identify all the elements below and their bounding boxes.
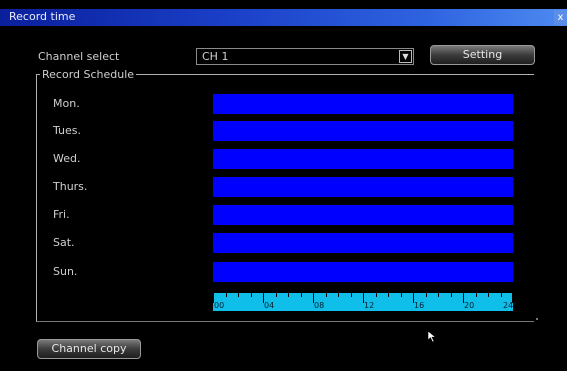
chevron-down-icon[interactable]: ▼	[399, 50, 412, 63]
setting-button[interactable]: Setting	[430, 45, 535, 65]
close-icon[interactable]: x	[554, 10, 567, 25]
timeline-tick	[301, 293, 302, 297]
channel-select-label: Channel select	[38, 50, 120, 63]
day-label: Mon.	[53, 97, 80, 110]
schedule-bar[interactable]	[213, 94, 513, 114]
mouse-pointer-icon	[427, 330, 437, 343]
day-label: Tues.	[53, 124, 82, 137]
window-title: Record time	[9, 10, 76, 23]
timeline-hour-label: 20	[464, 301, 475, 310]
schedule-bar[interactable]	[213, 262, 513, 282]
day-label: Wed.	[53, 152, 81, 165]
channel-value: CH 1	[202, 50, 229, 63]
timeline-tick	[238, 293, 239, 297]
schedule-bar[interactable]	[213, 149, 513, 169]
record-schedule-title: Record Schedule	[40, 68, 137, 81]
timeline-tick	[451, 293, 452, 297]
timeline-tick	[351, 293, 352, 297]
timeline-tick	[288, 293, 289, 297]
timeline-tick	[338, 293, 339, 297]
timeline-hour-label: 12	[364, 301, 375, 310]
divider-dot	[536, 318, 538, 320]
channel-dropdown[interactable]: CH 1 ▼	[196, 48, 414, 65]
timeline-tick	[376, 293, 377, 297]
day-label: Fri.	[53, 208, 70, 221]
timeline-tick	[426, 293, 427, 297]
window-titlebar: Record time x	[0, 9, 567, 26]
day-label: Sat.	[53, 236, 75, 249]
timeline-tick	[251, 293, 252, 297]
timeline-tick	[488, 293, 489, 297]
timeline-tick	[226, 293, 227, 297]
channel-copy-button[interactable]: Channel copy	[37, 339, 141, 359]
timeline-hour-label: 08	[314, 301, 325, 310]
schedule-bar[interactable]	[213, 177, 513, 197]
timeline-tick	[476, 293, 477, 297]
schedule-bar[interactable]	[213, 233, 513, 253]
timeline-tick	[438, 293, 439, 297]
timeline-tick	[326, 293, 327, 297]
timeline-hour-label: 04	[264, 301, 275, 310]
schedule-bar[interactable]	[213, 205, 513, 225]
timeline-tick	[501, 293, 502, 297]
timeline-tick	[401, 293, 402, 297]
timeline-tick	[388, 293, 389, 297]
timeline-hour-label: 24	[503, 301, 514, 310]
timeline-hour-label: 16	[414, 301, 425, 310]
timeline-hour-label: 00	[214, 301, 225, 310]
timeline-ruler: 00 04 08 12 16 20 24	[213, 293, 513, 311]
day-label: Sun.	[53, 265, 78, 278]
timeline-tick	[276, 293, 277, 297]
day-label: Thurs.	[53, 180, 88, 193]
schedule-bar[interactable]	[213, 121, 513, 141]
